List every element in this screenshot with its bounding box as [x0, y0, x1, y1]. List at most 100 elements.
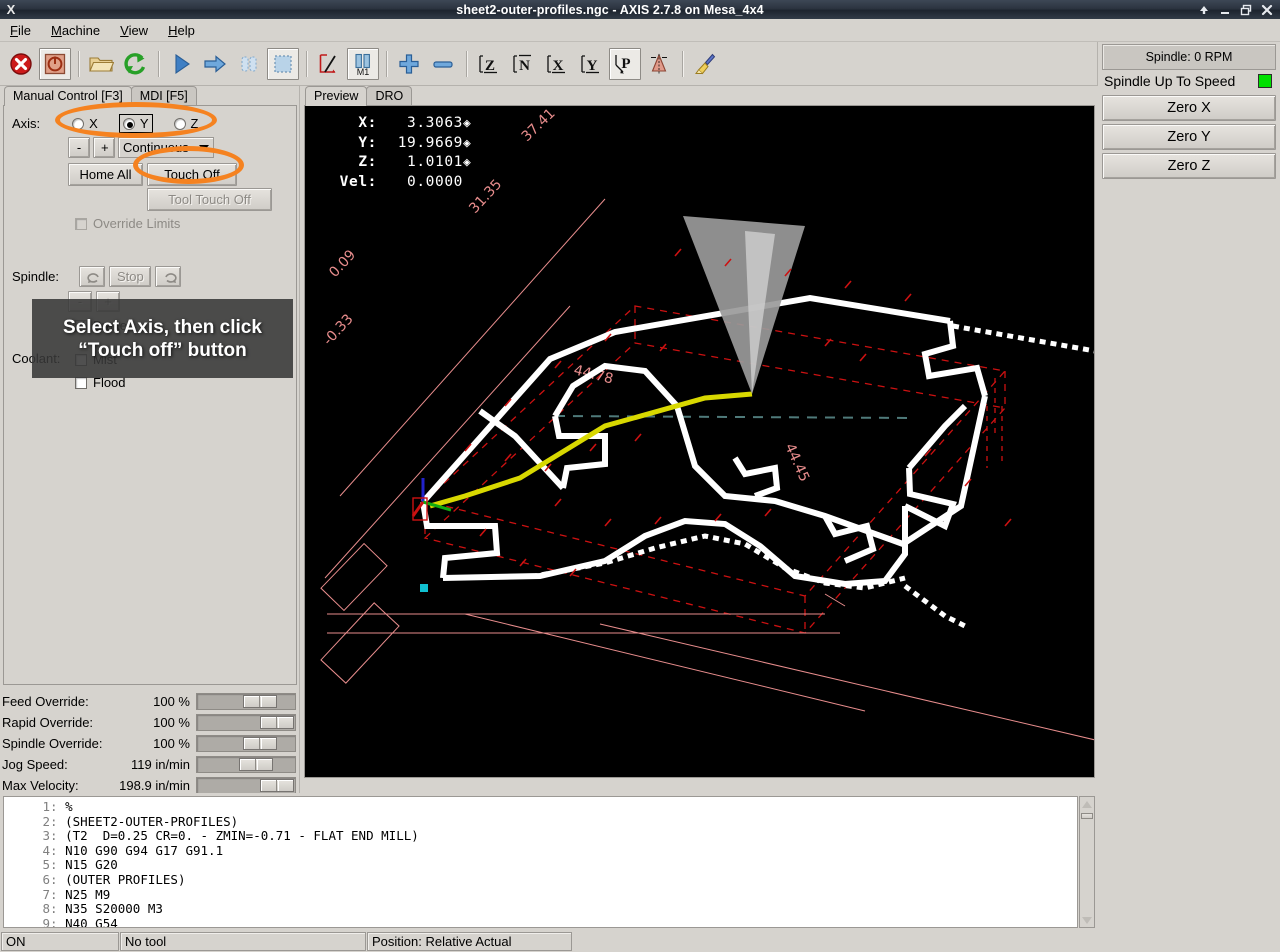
axis-radio-y[interactable]: Y [118, 114, 153, 133]
menu-file[interactable]: File [0, 21, 41, 40]
feed-override-slider[interactable] [196, 693, 296, 710]
zero-x-button[interactable]: Zero X [1102, 95, 1276, 121]
rapid-override-value: 100 % [153, 715, 190, 730]
spindle-stop-button: Stop [108, 266, 151, 287]
view-y-button[interactable]: Y [575, 48, 607, 80]
max-velocity-slider[interactable] [196, 777, 296, 794]
extents-verticals [986, 378, 1003, 468]
shade-icon[interactable] [1198, 4, 1210, 16]
jog-mode-combo[interactable]: Continuous [118, 137, 214, 158]
rapid-override-label: Rapid Override: [2, 715, 94, 730]
tab-manual-control[interactable]: Manual Control [F3] [4, 86, 132, 106]
axis-x-label: X [89, 116, 98, 131]
toolpath-feed [420, 294, 988, 588]
maximize-icon[interactable] [1240, 4, 1252, 16]
tab-preview[interactable]: Preview [305, 86, 368, 106]
flood-checkbox[interactable] [75, 376, 87, 389]
gcode-preview-canvas[interactable]: X: 3.3063◈ Y: 19.9669◈ Z: 1.0101◈ Vel: 0.000… [304, 105, 1095, 778]
gcode-line: 3: (T2 D=0.25 CR=0. - ZMIN=-0.71 - FLAT … [26, 828, 1077, 844]
window-title: sheet2-outer-profiles.ngc - AXIS 2.7.8 o… [456, 2, 764, 17]
gcode-line: 4: N10 G90 G94 G17 G91.1 [26, 843, 1077, 859]
toolbar-separator [466, 50, 468, 77]
tool-cone-button[interactable] [643, 48, 675, 80]
toolbar-separator [386, 50, 388, 77]
menu-machine[interactable]: Machine [41, 21, 110, 40]
mist-checkbox[interactable] [75, 353, 87, 366]
pause-button[interactable] [233, 48, 265, 80]
spindle-override-thumb[interactable] [243, 737, 277, 750]
menu-view[interactable]: View [110, 21, 158, 40]
zero-y-button[interactable]: Zero Y [1102, 124, 1276, 150]
gcode-line: 9: N40 G54 [26, 916, 1077, 927]
view-x-button[interactable]: X [541, 48, 573, 80]
jog-speed-thumb[interactable] [239, 758, 273, 771]
gcode-scrollbar[interactable] [1079, 796, 1095, 928]
touch-off-button[interactable]: Touch Off [147, 163, 237, 186]
jog-speed-row: Jog Speed: 119 in/min [2, 754, 298, 775]
optional-stop-button[interactable]: M1 [347, 47, 379, 80]
gcode-listing-panel: 1: % 2: (SHEET2-OUTER-PROFILES) 3: (T2 D… [0, 793, 1098, 931]
view-z-button[interactable]: Z [473, 48, 505, 80]
gcode-line-number: 7 [42, 886, 50, 902]
reload-file-button[interactable] [119, 48, 151, 80]
preview-panel: Preview DRO X: 3.3063◈ Y: 19.9669◈ Z: 1.010… [301, 86, 1098, 793]
jog-plus-button[interactable]: + [93, 137, 115, 158]
radio-z-indicator[interactable] [173, 117, 186, 130]
machine-power-button[interactable] [39, 47, 71, 80]
tab-mdi[interactable]: MDI [F5] [130, 86, 197, 106]
close-icon[interactable] [1261, 4, 1273, 16]
axis-radio-x[interactable]: X [68, 114, 102, 133]
broom-button[interactable] [689, 48, 721, 80]
home-all-button[interactable]: Home All [68, 163, 143, 186]
zero-z-button[interactable]: Zero Z [1102, 153, 1276, 179]
view-z-rotated-button[interactable]: N [507, 48, 539, 80]
open-file-button[interactable] [85, 48, 117, 80]
menu-help[interactable]: Help [158, 21, 205, 40]
tab-dro[interactable]: DRO [366, 86, 413, 106]
feed-override-thumb[interactable] [243, 695, 277, 708]
gcode-text[interactable]: 1: % 2: (SHEET2-OUTER-PROFILES) 3: (T2 D… [3, 796, 1078, 928]
minimize-icon[interactable] [1219, 4, 1231, 16]
radio-x-indicator[interactable] [72, 117, 85, 130]
radio-y-indicator[interactable] [122, 117, 135, 130]
right-panel: Spindle: 0 RPM Spindle Up To Speed Zero … [1098, 42, 1280, 793]
stop-button[interactable] [267, 47, 299, 80]
toolbar-separator [158, 50, 160, 77]
spindle-up-to-speed-row: Spindle Up To Speed [1102, 70, 1276, 92]
step-button[interactable] [199, 48, 231, 80]
jog-speed-slider[interactable] [196, 756, 296, 773]
view-p-button[interactable]: P [609, 47, 641, 80]
zoom-in-button[interactable] [393, 48, 425, 80]
status-position-mode: Position: Relative Actual [367, 932, 572, 951]
axis-radio-z[interactable]: Z [170, 114, 203, 133]
scroll-down-icon[interactable] [1080, 913, 1094, 927]
gcode-line: 2: (SHEET2-OUTER-PROFILES) [26, 814, 1077, 830]
run-program-button[interactable] [165, 48, 197, 80]
jog-speed-value: 119 in/min [130, 757, 190, 772]
origin-axis-marker [411, 478, 452, 521]
gcode-line-number: 5 [42, 857, 50, 873]
jog-minus-button[interactable]: - [68, 137, 90, 158]
feed-override-label: Feed Override: [2, 694, 89, 709]
rapid-override-slider[interactable] [196, 714, 296, 731]
gcode-scroll-thumb[interactable] [1081, 813, 1093, 819]
brake-checkbox[interactable] [75, 318, 87, 332]
svg-text:N: N [519, 58, 530, 74]
max-velocity-thumb[interactable] [260, 779, 294, 792]
left-panel-tabs: Manual Control [F3] MDI [F5] [0, 86, 197, 106]
scroll-up-icon[interactable] [1080, 797, 1094, 811]
gcode-line-text: (T2 D=0.25 CR=0. - ZMIN=-0.71 - FLAT END… [65, 828, 419, 844]
gcode-line: 8: N35 S20000 M3 [26, 901, 1077, 917]
spindle-up-to-speed-led [1258, 74, 1272, 88]
spindle-override-slider[interactable] [196, 735, 296, 752]
status-extra [573, 932, 1279, 951]
spindle-label: Spindle: [12, 269, 59, 284]
gcode-line: 5: N15 G20 [26, 858, 1077, 873]
chevron-down-icon [199, 144, 209, 151]
estop-button[interactable] [5, 48, 37, 80]
dim-31-35: 31.35 [466, 176, 505, 216]
toggle-skip-lines-button[interactable] [313, 48, 345, 80]
zoom-out-button[interactable] [427, 48, 459, 80]
rapid-override-thumb[interactable] [260, 716, 294, 729]
spindle-override-row: Spindle Override: 100 % [2, 733, 298, 754]
